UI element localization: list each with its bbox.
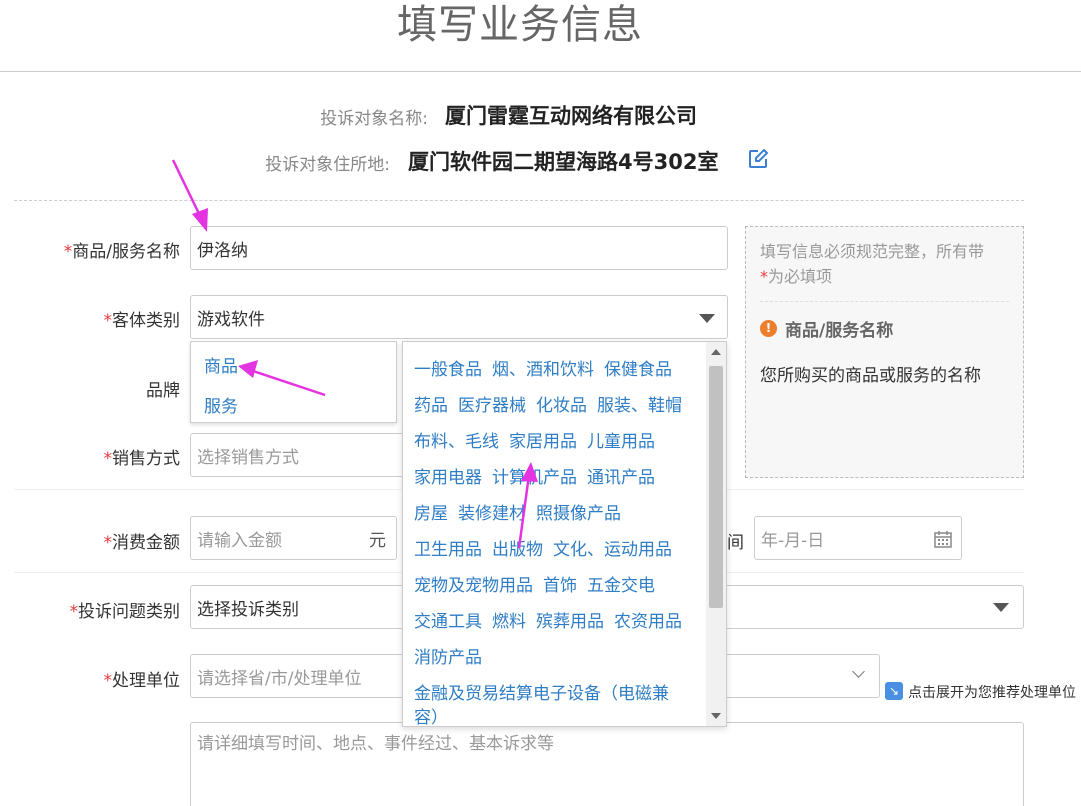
expand-hint[interactable]: 点击展开为您推荐处理单位 <box>908 682 1076 702</box>
category-option[interactable]: 首饰 <box>543 568 577 604</box>
help-note: 填写信息必须规范完整，所有带 *为必填项 <box>760 242 985 286</box>
target-name-label: 投诉对象名称: <box>320 109 428 129</box>
sales-method-label: *销售方式 <box>103 449 181 469</box>
chevron-down-icon <box>993 603 1009 612</box>
handler-label: *处理单位 <box>103 671 181 691</box>
category-option[interactable]: 家用电器 <box>414 460 482 496</box>
help-divider <box>760 301 1009 302</box>
chevron-down-icon <box>699 314 715 323</box>
category-option[interactable]: 布料、毛线 <box>414 424 499 460</box>
category-option[interactable]: 医疗器械 <box>458 388 526 424</box>
target-address-label: 投诉对象住所地: <box>265 155 390 175</box>
warning-icon: ! <box>760 320 777 337</box>
page-title: 填写业务信息 <box>397 2 643 48</box>
scroll-down-icon[interactable] <box>711 713 721 719</box>
category-option[interactable]: 交通工具 <box>414 604 482 640</box>
category-option[interactable]: 化妆品 <box>536 388 587 424</box>
category-option[interactable]: 五金交电 <box>587 568 655 604</box>
category-option[interactable]: 儿童用品 <box>587 424 655 460</box>
target-address-value: 厦门软件园二期望海路4号302室 <box>408 150 719 174</box>
issue-type-label: *投诉问题类别 <box>69 602 181 622</box>
category-dropdown: 一般食品 烟、酒和饮料 保健食品药品 医疗器械 化妆品 服装、鞋帽布料、毛线 家居用品 儿童用… <box>402 341 727 727</box>
category-list: 一般食品 烟、酒和饮料 保健食品药品 医疗器械 化妆品 服装、鞋帽布料、毛线 家居用品 儿童用… <box>414 352 699 726</box>
category-option[interactable]: 燃料 <box>492 604 526 640</box>
chevron-down-icon <box>852 665 865 678</box>
scrollbar-thumb[interactable] <box>709 366 723 608</box>
annotation-arrow <box>171 159 205 223</box>
category-option[interactable]: 服装、鞋帽 <box>597 388 682 424</box>
sales-method-select[interactable]: 选择销售方式 <box>190 433 405 477</box>
category-option[interactable]: 房屋 <box>414 496 448 532</box>
category-option[interactable]: 照摄像产品 <box>536 496 621 532</box>
category-option[interactable]: 出版物 <box>492 532 543 568</box>
help-heading: ! 商品/服务名称 <box>760 316 1009 341</box>
category-option[interactable]: 宠物及宠物用品 <box>414 568 533 604</box>
category-option[interactable]: 殡葬用品 <box>536 604 604 640</box>
amount-label: *消费金额 <box>103 533 181 553</box>
category-option[interactable]: 家居用品 <box>509 424 577 460</box>
type-option-goods[interactable]: 商品 <box>204 352 238 377</box>
title-divider <box>0 71 1081 72</box>
details-textarea[interactable]: 请详细填写时间、地点、事件经过、基本诉求等 <box>190 722 1024 806</box>
scroll-up-icon[interactable] <box>711 349 721 355</box>
calendar-icon[interactable] <box>933 529 953 549</box>
category-option[interactable]: 计算机产品 <box>492 460 577 496</box>
category-option[interactable]: 药品 <box>414 388 448 424</box>
help-panel: 填写信息必须规范完整，所有带 *为必填项 ! 商品/服务名称 您所购买的商品或服… <box>694 226 1024 478</box>
category-option[interactable]: 消防产品 <box>414 640 482 676</box>
date-label: 间 <box>727 533 744 553</box>
category-option[interactable]: 卫生用品 <box>414 532 482 568</box>
object-type-select[interactable]: 游戏软件 <box>190 295 728 339</box>
help-description: 您所购买的商品或服务的名称 <box>760 366 981 386</box>
category-option[interactable]: 文化、运动用品 <box>553 532 672 568</box>
category-option[interactable]: 保健食品 <box>604 352 672 388</box>
target-name-value: 厦门雷霆互动网络有限公司 <box>445 104 697 128</box>
product-name-input[interactable]: 伊洛纳 <box>190 226 728 270</box>
scrollbar[interactable] <box>706 342 726 726</box>
edit-icon[interactable] <box>747 148 769 170</box>
category-option[interactable]: 农资用品 <box>614 604 682 640</box>
object-type-label: *客体类别 <box>103 311 181 331</box>
expand-icon[interactable]: ↘ <box>885 682 903 700</box>
section-divider <box>14 200 1024 201</box>
date-input[interactable]: 年-月-日 <box>754 516 962 560</box>
type-dropdown: 商品 服务 <box>190 341 397 423</box>
category-option[interactable]: 烟、酒和饮料 <box>492 352 594 388</box>
amount-input[interactable]: 请输入金额 元 <box>190 516 397 560</box>
category-option[interactable]: 通讯产品 <box>587 460 655 496</box>
category-option[interactable]: 装修建材 <box>458 496 526 532</box>
category-option[interactable]: 金融及贸易结算电子设备（电磁兼容） <box>414 682 689 726</box>
brand-label: 品牌 <box>146 381 180 401</box>
type-option-service[interactable]: 服务 <box>204 392 238 417</box>
product-label: *商品/服务名称 <box>63 242 180 262</box>
category-option[interactable]: 一般食品 <box>414 352 482 388</box>
amount-unit: 元 <box>369 530 386 551</box>
